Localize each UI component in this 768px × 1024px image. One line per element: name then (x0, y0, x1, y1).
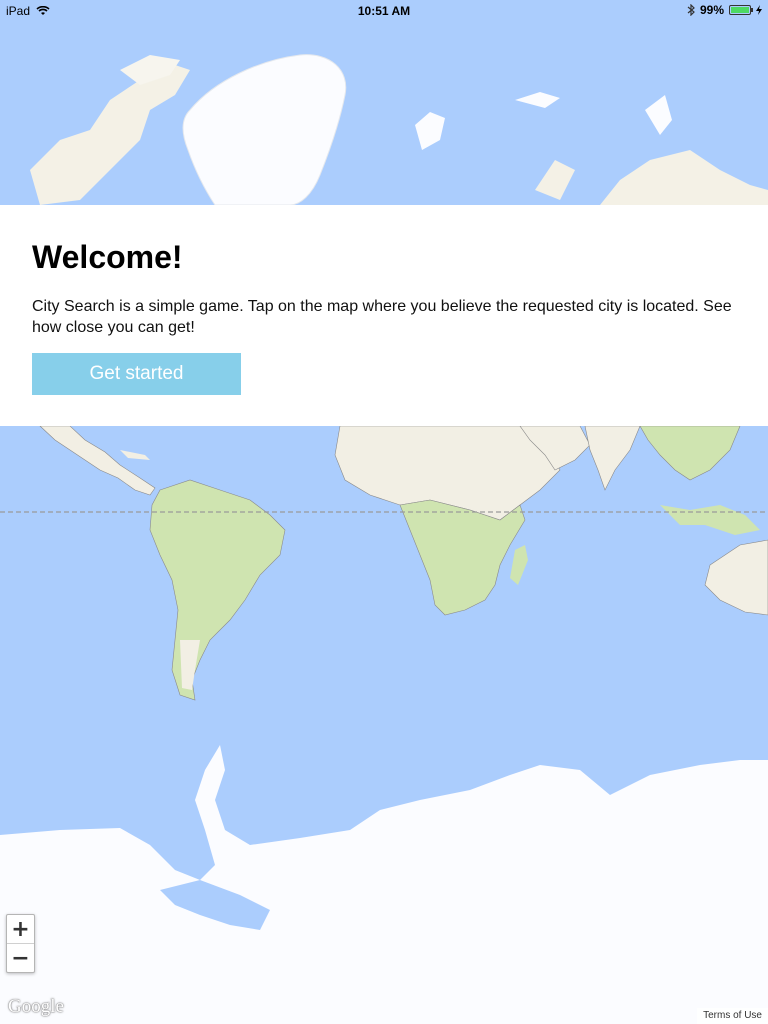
battery-level (731, 7, 749, 13)
status-bar: iPad 10:51 AM 99% (0, 0, 768, 20)
welcome-panel: Welcome! City Search is a simple game. T… (0, 205, 768, 426)
status-time: 10:51 AM (357, 4, 411, 18)
terms-of-use-link[interactable]: Terms of Use (697, 1008, 768, 1024)
world-map[interactable] (0, 0, 768, 1024)
battery-percent: 99% (699, 3, 724, 17)
status-bar-right: 99% (687, 3, 762, 17)
zoom-in-button[interactable]: + (7, 915, 34, 943)
welcome-message: City Search is a simple game. Tap on the… (32, 298, 732, 336)
get-started-button[interactable]: Get started (32, 353, 241, 395)
bluetooth-icon (687, 4, 695, 16)
battery-icon (729, 5, 753, 15)
charging-bolt-icon (756, 5, 762, 15)
zoom-control: + − (6, 914, 35, 973)
welcome-title: Welcome! (32, 239, 183, 275)
google-logo[interactable]: Google (8, 996, 64, 1018)
zoom-out-button[interactable]: − (7, 944, 34, 972)
